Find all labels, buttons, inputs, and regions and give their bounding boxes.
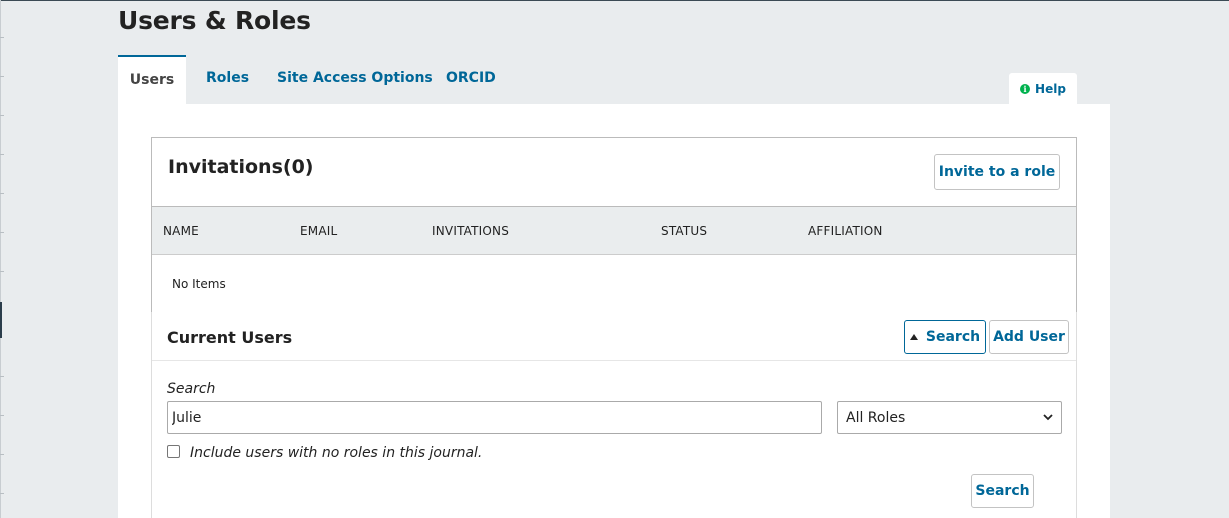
column-header-email: EMAIL: [300, 224, 338, 238]
chevron-down-icon: [1043, 414, 1053, 421]
left-tick: [0, 454, 4, 455]
sidebar-active-marker: [0, 302, 2, 338]
left-tick: [0, 154, 4, 155]
help-label: Help: [1035, 82, 1066, 96]
left-tick: [0, 76, 4, 77]
divider: [152, 360, 1076, 361]
left-tick: [0, 415, 4, 416]
column-header-affiliation: AFFILIATION: [808, 224, 883, 238]
role-filter-value: All Roles: [846, 409, 906, 426]
left-tick: [0, 493, 4, 494]
search-toggle-label: Search: [925, 329, 981, 345]
help-button[interactable]: i Help: [1009, 73, 1077, 105]
empty-state-text: No Items: [172, 277, 226, 291]
column-header-status: STATUS: [661, 224, 708, 238]
left-tick: [0, 193, 4, 194]
page-title: Users & Roles: [118, 6, 311, 35]
search-toggle-button[interactable]: Search: [904, 320, 986, 354]
left-tick: [0, 271, 4, 272]
search-label: Search: [167, 381, 216, 397]
current-users-panel: Current Users Search Add User Search All…: [151, 312, 1077, 518]
include-no-roles-checkbox[interactable]: [167, 445, 180, 458]
column-header-invitations: INVITATIONS: [432, 224, 510, 238]
search-submit-button[interactable]: Search: [971, 474, 1034, 508]
top-border: [0, 0, 1229, 1]
role-filter-select[interactable]: All Roles: [837, 401, 1062, 434]
invitations-title: Invitations(0): [168, 156, 314, 178]
left-tick: [0, 232, 4, 233]
tab-roles[interactable]: Roles: [206, 55, 249, 105]
left-border: [0, 0, 1, 518]
caret-up-icon: [909, 334, 918, 340]
left-tick: [0, 37, 4, 38]
search-input[interactable]: [167, 401, 822, 434]
add-user-button[interactable]: Add User: [989, 320, 1069, 354]
invitations-table-header: NAME EMAIL INVITATIONS STATUS AFFILIATIO…: [152, 206, 1076, 255]
info-icon: i: [1020, 84, 1031, 94]
left-tick: [0, 115, 4, 116]
column-header-name: NAME: [163, 224, 199, 238]
tab-users[interactable]: Users: [118, 55, 186, 105]
invitations-panel: Invitations(0) Invite to a role NAME EMA…: [151, 137, 1077, 313]
tab-site-access-options[interactable]: Site Access Options: [277, 55, 433, 105]
current-users-title: Current Users: [167, 328, 293, 347]
include-no-roles-label: Include users with no roles in this jour…: [190, 445, 483, 461]
tab-orcid[interactable]: ORCID: [446, 55, 496, 105]
left-tick: [0, 376, 4, 377]
invite-to-role-button[interactable]: Invite to a role: [934, 154, 1060, 190]
